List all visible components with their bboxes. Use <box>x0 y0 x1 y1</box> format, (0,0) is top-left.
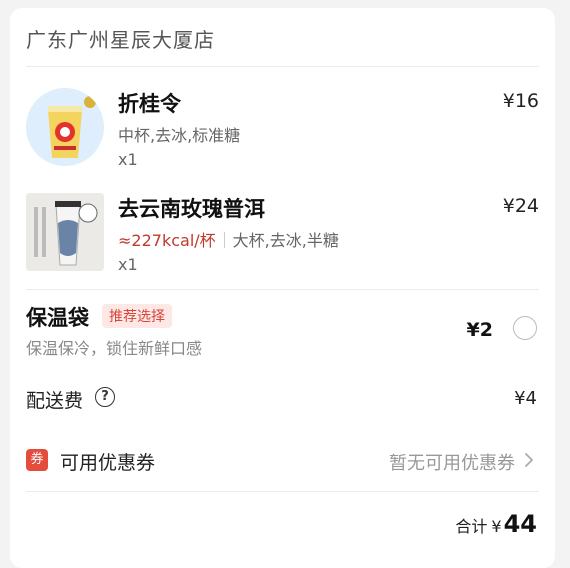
item-price: ¥16 <box>502 90 539 112</box>
total-currency: ¥ <box>491 517 502 536</box>
total-label: 合计 <box>455 517 488 536</box>
cart-item[interactable]: 折桂令 ¥16 中杯,去冰,标准糖 x1 <box>26 88 539 178</box>
delivery-fee-price: ¥4 <box>514 388 537 409</box>
item-quantity: x1 <box>118 150 138 169</box>
coupon-value[interactable]: 暂无可用优惠券 <box>389 449 515 475</box>
coupon-label[interactable]: 可用优惠券 <box>60 448 155 475</box>
item-spec: 中杯,去冰,标准糖 <box>118 126 241 145</box>
total-value: 44 <box>503 510 537 538</box>
store-name: 广东广州星辰大厦店 <box>26 28 215 52</box>
divider <box>26 289 539 290</box>
coupon-icon: 券 <box>26 449 48 471</box>
item-calories: ≈227kcal/杯 <box>118 231 216 250</box>
chevron-right-icon[interactable] <box>521 452 537 468</box>
item-spec: ≈227kcal/杯 大杯,去冰,半糖 <box>118 227 339 251</box>
item-options: 大杯,去冰,半糖 <box>232 231 339 250</box>
order-total: 合计 ¥44 <box>455 510 537 538</box>
item-title: 去云南玫瑰普洱 <box>118 197 265 221</box>
bag-title: 保温袋 <box>26 306 89 330</box>
delivery-fee-label: 配送费 <box>26 390 84 412</box>
item-title: 折桂令 <box>118 92 181 116</box>
question-circle-icon[interactable]: ? <box>95 387 115 407</box>
bag-select-radio[interactable] <box>513 316 537 340</box>
bag-price: ¥2 <box>466 319 493 341</box>
divider <box>26 491 539 492</box>
divider <box>26 66 539 67</box>
item-price: ¥24 <box>502 195 539 217</box>
product-image <box>26 88 104 166</box>
item-quantity: x1 <box>118 255 138 274</box>
separator <box>223 232 225 248</box>
recommend-badge: 推荐选择 <box>102 304 172 328</box>
product-image <box>26 193 104 271</box>
order-card: 广东广州星辰大厦店 折桂令 ¥16 中杯,去冰,标准糖 x1 去云南玫瑰普洱 ¥… <box>10 8 555 568</box>
cart-item[interactable]: 去云南玫瑰普洱 ¥24 ≈227kcal/杯 大杯,去冰,半糖 x1 <box>26 193 539 283</box>
bag-description: 保温保冷，锁住新鲜口感 <box>26 339 203 358</box>
